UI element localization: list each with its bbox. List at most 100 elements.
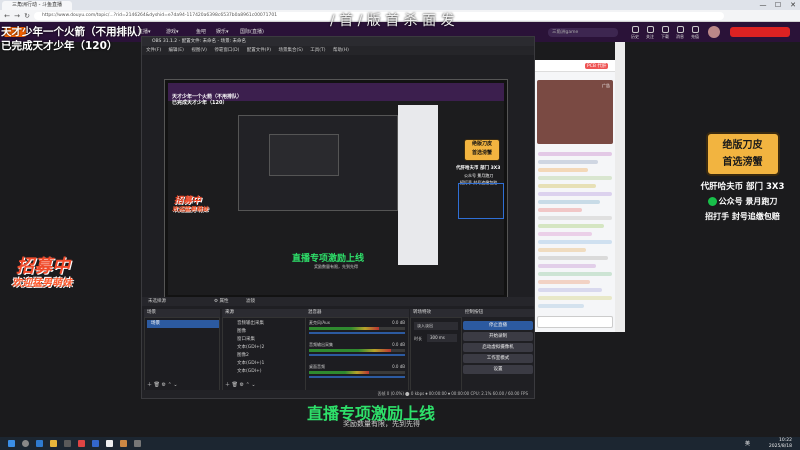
task-line-2: 已完成天才少年（120） xyxy=(1,40,118,52)
browser-tab[interactable]: 三角洲行动 - 斗鱼直播 xyxy=(2,1,72,10)
tab-title: 三角洲行动 - 斗鱼直播 xyxy=(12,2,62,8)
avatar[interactable] xyxy=(708,26,720,38)
clock[interactable]: 10:22 2025/8/18 xyxy=(769,438,792,449)
promo-box: 绝版刀皮 首选滂蟹 xyxy=(705,132,780,176)
back-icon[interactable]: ← xyxy=(3,12,11,20)
promo-banner[interactable] xyxy=(730,27,790,37)
chat-line xyxy=(538,216,612,220)
browser-tab-strip: 三角洲行动 - 斗鱼直播 — ☐ ✕ xyxy=(0,0,800,10)
chat-line xyxy=(538,192,612,196)
nav-intl[interactable]: 国际(直播) xyxy=(240,28,264,35)
menu-edit[interactable]: 编辑(E) xyxy=(169,48,184,53)
settings-button[interactable]: 设置 xyxy=(463,365,533,374)
minimize-icon[interactable]: — xyxy=(756,0,770,10)
folder-icon[interactable] xyxy=(50,440,57,447)
promo-hire: 招打手 封号追缴包赔 xyxy=(705,212,780,221)
chat-line xyxy=(538,240,612,244)
app-icon[interactable] xyxy=(92,440,99,447)
app-icon[interactable] xyxy=(134,440,141,447)
chat-ad-image[interactable]: 广告 xyxy=(537,80,613,144)
scene-controls[interactable]: ＋ 🗑 ⚙ ⌃ ⌄ xyxy=(147,381,178,388)
mixer-ch3-slider[interactable] xyxy=(309,376,405,378)
preview-recruit-subtitle: 欢迎猛男萌妹 xyxy=(172,206,209,213)
forward-icon[interactable]: → xyxy=(13,12,21,20)
search-icon[interactable] xyxy=(22,440,29,447)
recharge-icon[interactable]: 充值 xyxy=(688,26,702,40)
promo-panel: 绝版刀皮 首选滂蟹 代肝哈夫币 部门 3X3 公众号 景月跑刀 招打手 封号追缴… xyxy=(690,132,795,222)
duration-label: 时长 xyxy=(414,336,422,341)
chat-line xyxy=(538,200,600,204)
nav-fishbar[interactable]: 鱼吧 xyxy=(196,28,206,35)
chat-input[interactable] xyxy=(537,316,613,328)
mixer-ch2-slider[interactable] xyxy=(309,354,405,356)
scenes-dock-header: 场景 xyxy=(144,309,220,317)
menu-file[interactable]: 文件(F) xyxy=(146,48,161,53)
bottom-banner: 直播专项激励上线 奖励数量有限，先到先得 xyxy=(295,397,495,437)
chat-line xyxy=(538,272,612,276)
preview-selection-box[interactable] xyxy=(458,183,504,219)
menu-tools[interactable]: 工具(T) xyxy=(310,48,325,53)
chat-line xyxy=(538,208,582,212)
no-source-label: 未选择源 xyxy=(148,299,166,304)
chat-header-tag: PCB 代肝 xyxy=(585,63,609,69)
obs-preview[interactable]: 天才少年一个火箭（不用排队） 已完成天才少年（120） 招募中 欢迎猛男萌妹 绝… xyxy=(164,79,508,304)
close-icon[interactable]: ✕ xyxy=(786,0,800,10)
start-icon[interactable] xyxy=(8,440,15,447)
chat-panel: PCB 代肝 广告 xyxy=(535,60,615,332)
maximize-icon[interactable]: ☐ xyxy=(771,0,785,10)
mixer-ch1-db: 0.0 dB xyxy=(392,320,405,325)
nav-ent[interactable]: 娱乐▾ xyxy=(216,28,229,35)
menu-scene-collection[interactable]: 场景集合(S) xyxy=(278,48,302,53)
duration-input[interactable]: 300 ms xyxy=(427,334,457,342)
mixer-ch2-label: 音频输出采集 xyxy=(309,342,333,347)
nested-preview-inner xyxy=(269,134,339,176)
virtual-camera-button[interactable]: 启动虚拟摄像机 xyxy=(463,343,533,352)
chat-line xyxy=(538,184,596,188)
menu-docks[interactable]: 停靠窗口(D) xyxy=(214,48,239,53)
transitions-dock-header: 转场特效 xyxy=(410,309,462,317)
source-controls[interactable]: ＋ 🗑 ⚙ ⌃ ⌄ xyxy=(225,381,256,388)
app-icon[interactable] xyxy=(64,440,71,447)
app-icon[interactable] xyxy=(120,440,127,447)
banner-subtitle: 奖励数量有限，先到先得 xyxy=(343,420,420,428)
mixer-ch2-meter xyxy=(309,349,391,352)
edge-icon[interactable] xyxy=(36,440,43,447)
clock-date: 2025/8/18 xyxy=(768,443,792,449)
chat-line xyxy=(538,224,604,228)
nav-games[interactable]: 游戏▾ xyxy=(166,28,179,35)
download-icon[interactable]: 下载 xyxy=(658,26,672,40)
promo-service: 代肝哈夫币 部门 3X3 xyxy=(700,182,785,192)
chat-line xyxy=(538,232,592,236)
preview-bottom-title: 直播专项激励上线 xyxy=(292,254,365,264)
transition-select[interactable]: 淡入淡出 xyxy=(414,322,458,330)
message-icon[interactable]: 消息 xyxy=(673,26,687,40)
start-recording-button[interactable]: 开始录制 xyxy=(463,332,533,341)
mixer-ch3-db: 0.0 dB xyxy=(392,364,405,369)
ime-indicator[interactable]: 英 xyxy=(745,440,750,447)
menu-view[interactable]: 视图(V) xyxy=(191,48,207,53)
history-icon[interactable]: 历史 xyxy=(628,26,642,40)
chat-line xyxy=(538,168,588,172)
site-search-input[interactable]: 三角洲game xyxy=(548,28,618,37)
chat-line xyxy=(538,248,586,252)
mixer-ch1-label: 麦克风/Aux xyxy=(309,320,330,325)
follow-icon[interactable]: 关注 xyxy=(643,26,657,40)
filters-button[interactable]: 滤镜 xyxy=(246,297,255,306)
menu-profile[interactable]: 配置文件(P) xyxy=(247,48,271,53)
taskbar: 英 10:22 2025/8/18 xyxy=(0,437,800,450)
screen: 三角洲行动 - 斗鱼直播 — ☐ ✕ ← → ↻ https://www.dou… xyxy=(0,0,800,450)
menu-help[interactable]: 帮助(H) xyxy=(333,48,349,53)
chat-line xyxy=(538,288,602,292)
app-icon[interactable] xyxy=(78,440,85,447)
mixer-ch1-slider[interactable] xyxy=(309,332,405,334)
scene-item[interactable]: 场景 xyxy=(147,320,219,328)
transitions-dock: 淡入淡出 时长 300 ms xyxy=(410,317,462,391)
studio-mode-button[interactable]: 工作室模式 xyxy=(463,354,533,363)
refresh-icon[interactable]: ↻ xyxy=(23,12,31,20)
preview-bottom-subtitle: 奖励数量有限，先到先得 xyxy=(314,264,358,269)
nested-preview xyxy=(238,115,398,211)
mixer-dock: 麦克风/Aux 0.0 dB 音频输出采集 0.0 dB 桌面音频 0.0 dB xyxy=(305,317,409,391)
properties-button[interactable]: ⚙ 属性 xyxy=(214,297,228,306)
obs-icon[interactable] xyxy=(106,440,113,447)
stop-streaming-button[interactable]: 停止直播 xyxy=(463,321,533,330)
